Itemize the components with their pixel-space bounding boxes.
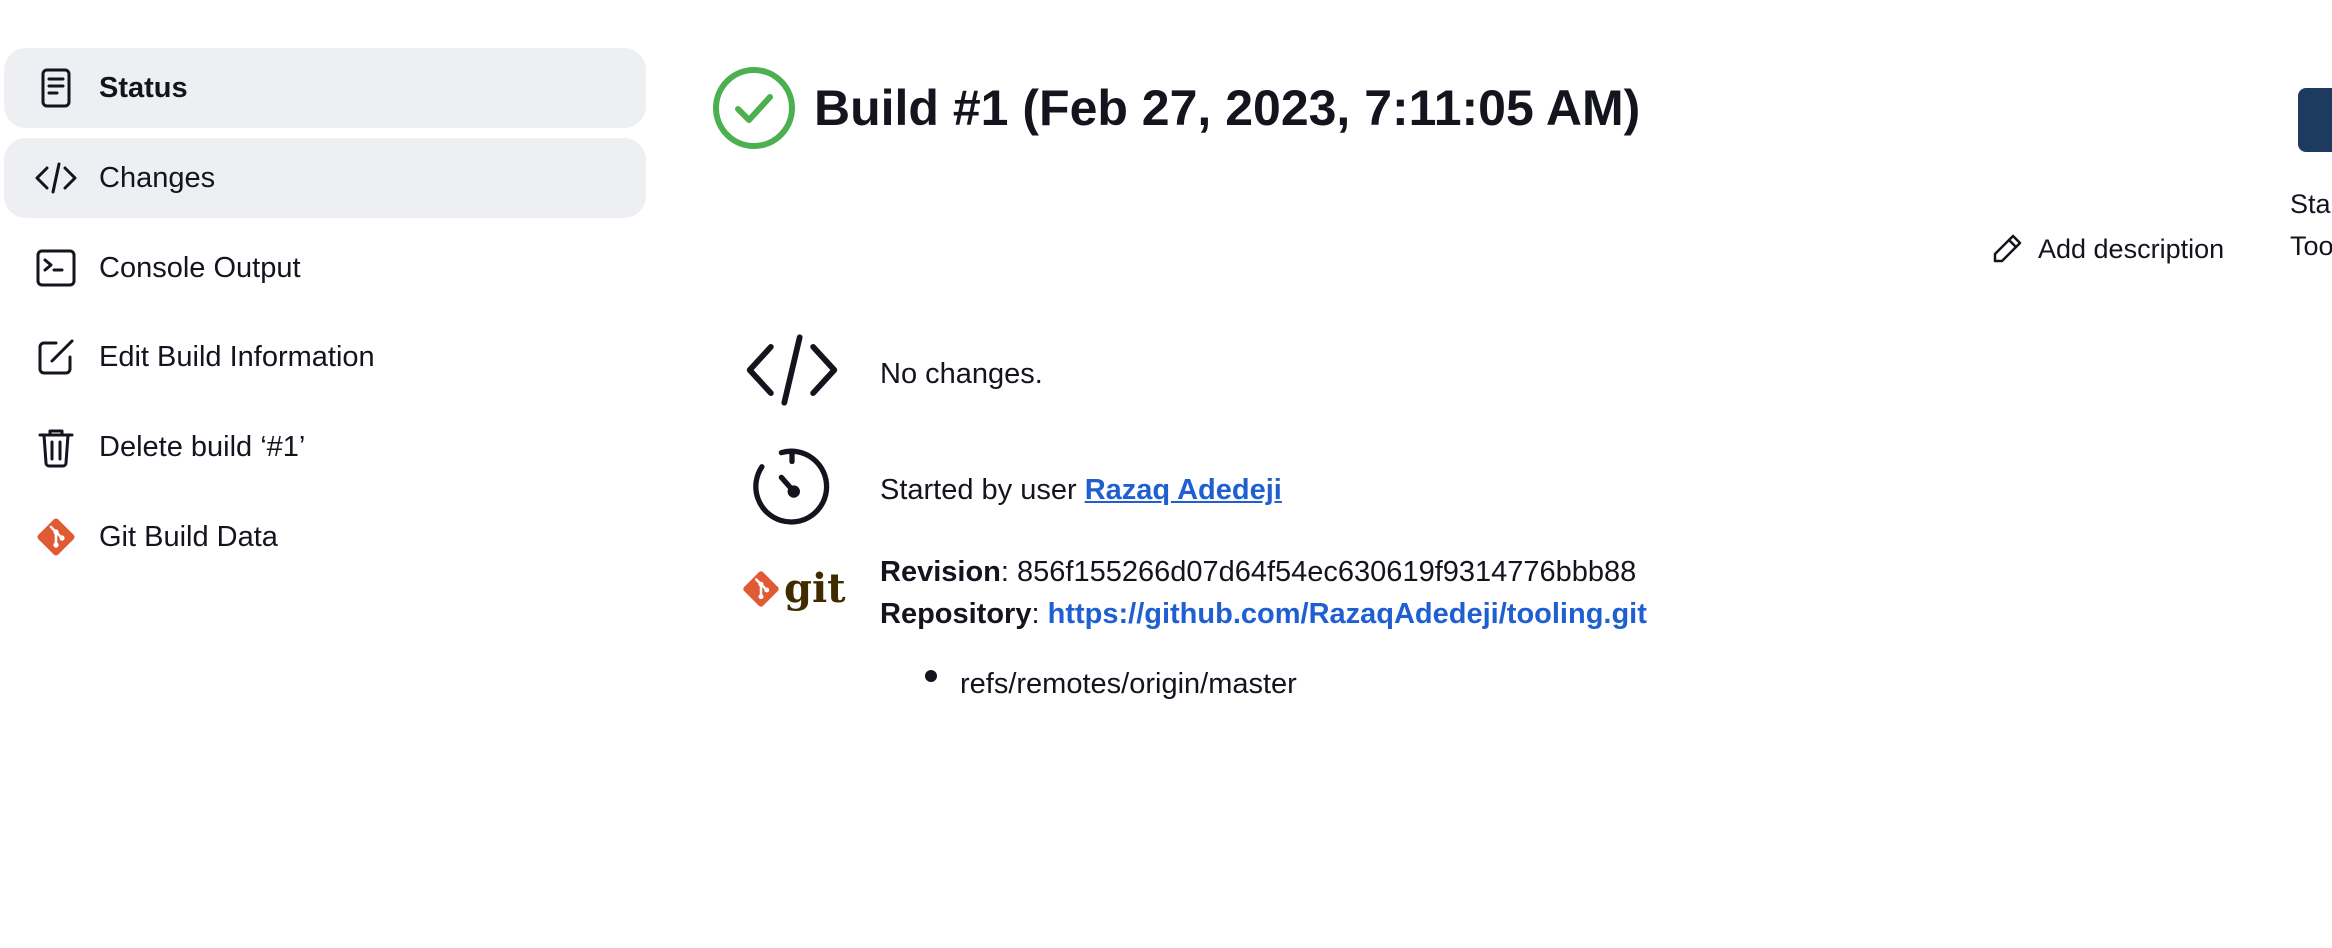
sidebar-item-delete-build[interactable]: Delete build ‘#1’ <box>4 407 646 487</box>
sidebar-item-label: Status <box>99 71 188 104</box>
no-changes-text: No changes. <box>880 358 1043 390</box>
sidebar-item-label: Edit Build Information <box>99 340 375 373</box>
right-panel-text: Sta <box>2290 189 2331 219</box>
changes-row <box>740 318 844 422</box>
repository-link[interactable]: https://github.com/RazaqAdedeji/tooling.… <box>1048 598 1647 630</box>
started-by-text: Started by user Razaq Adedeji <box>880 474 1282 507</box>
sidebar-item-label: Delete build ‘#1’ <box>99 430 306 463</box>
sidebar-item-git-build-data[interactable]: Git Build Data <box>4 497 646 577</box>
code-icon <box>740 318 844 422</box>
sidebar: Status Changes Console Output Edit Build… <box>0 0 660 948</box>
sidebar-item-label: Git Build Data <box>99 520 278 553</box>
success-check-icon <box>713 67 795 149</box>
sidebar-item-changes[interactable]: Changes <box>4 138 646 218</box>
revision-line: Revision: 856f155266d07d64f54ec630619f93… <box>880 556 1637 588</box>
add-description-button[interactable]: Add description <box>1990 232 2224 266</box>
sidebar-item-edit-build-information[interactable]: Edit Build Information <box>4 317 646 397</box>
sidebar-item-label: Console Output <box>99 251 301 284</box>
page-title-row: Build #1 (Feb 27, 2023, 7:11:05 AM) <box>712 66 1640 150</box>
page-title: Build #1 (Feb 27, 2023, 7:11:05 AM) <box>814 80 1641 136</box>
sidebar-item-console-output[interactable]: Console Output <box>4 228 646 308</box>
trash-icon <box>30 421 82 473</box>
code-icon <box>30 152 82 204</box>
repository-line: Repository: https://github.com/RazaqAded… <box>880 598 1647 630</box>
cause-row <box>740 436 844 540</box>
edit-icon <box>30 331 82 383</box>
terminal-icon <box>30 242 82 294</box>
git-icon <box>30 511 82 563</box>
revision-value: 856f155266d07d64f54ec630619f9314776bbb88 <box>1017 556 1637 588</box>
revision-label: Revision <box>880 556 1001 588</box>
timer-icon <box>740 436 844 540</box>
sidebar-item-label: Changes <box>99 161 216 194</box>
document-icon <box>30 62 82 114</box>
repository-label: Repository <box>880 598 1032 630</box>
pencil-icon <box>1993 234 2022 263</box>
user-link[interactable]: Razaq Adedeji <box>1085 474 1282 506</box>
bullet-icon <box>925 670 937 682</box>
git-logo-text: git <box>784 565 846 612</box>
build-action-button[interactable] <box>2298 88 2332 152</box>
sidebar-item-status[interactable]: Status <box>4 48 646 128</box>
right-panel-text: Too <box>2290 231 2332 261</box>
git-row: git <box>740 568 846 610</box>
add-description-label: Add description <box>2038 233 2225 264</box>
branch-item: refs/remotes/origin/master <box>960 668 1297 700</box>
started-by-prefix: Started by user <box>880 474 1085 506</box>
git-logo-icon: git <box>740 568 846 610</box>
